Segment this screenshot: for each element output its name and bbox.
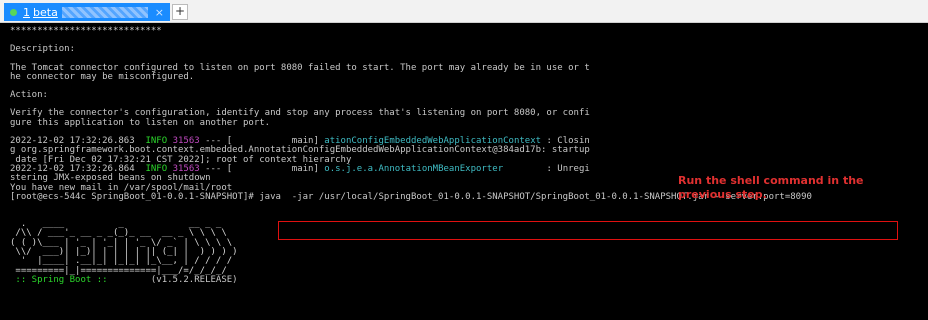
session-tab[interactable]: 1 beta × [4,3,170,21]
terminal-output[interactable]: **************************** Description… [0,23,928,320]
close-tab-icon[interactable]: × [155,6,164,19]
command-highlight-box [278,221,898,240]
annotation-line: Run the shell command in the [678,174,864,187]
new-tab-button[interactable]: + [172,4,188,20]
log-message: : Unregi [503,163,590,174]
instruction-annotation: Run the shell command in the previous st… [678,174,908,202]
annotation-line: previous step. [678,188,767,201]
terminal-line: Action: [10,90,48,101]
terminal-line: Description: [10,44,76,55]
terminal-line: gure this application to listen on anoth… [10,117,271,128]
log-logger: o.s.j.e.a.AnnotationMBeanExporter [324,163,504,174]
terminal-line: **************************** [10,26,162,36]
spring-boot-label: :: Spring Boot :: [10,274,113,285]
redacted-hostname [61,6,148,18]
spring-boot-version: (v1.5.2.RELEASE) [112,274,238,285]
connection-status-icon [10,8,17,16]
tab-bar: 1 beta × + [0,0,928,23]
tab-label: beta [33,5,58,19]
log-thread: --- [ main] [199,163,325,174]
terminal-line: he connector may be misconfigured. [10,71,195,82]
spring-boot-version-line: :: Spring Boot :: (v1.5.2.RELEASE) [10,274,928,285]
tab-number: 1 [23,5,30,19]
